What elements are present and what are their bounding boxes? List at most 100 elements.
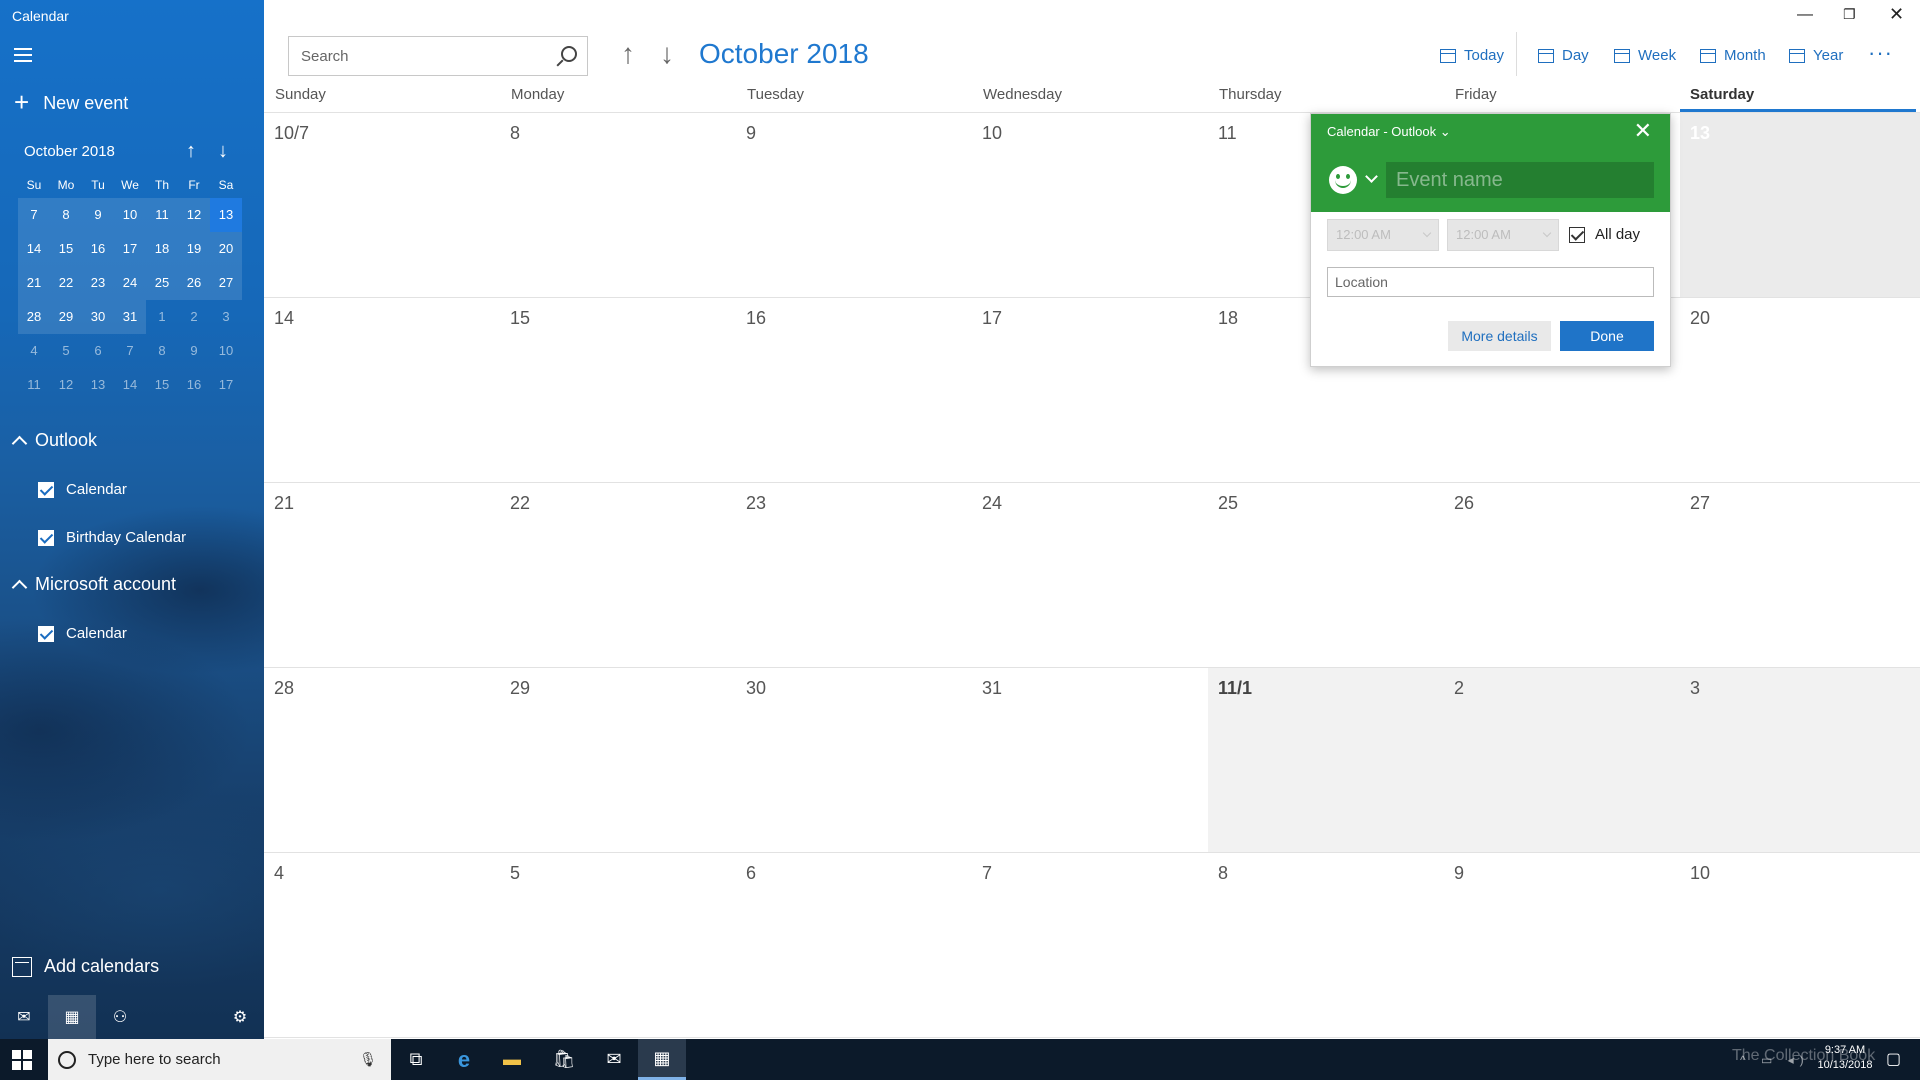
day-cell[interactable]: 17 bbox=[972, 298, 1208, 482]
mini-calendar-day[interactable]: 27 bbox=[210, 266, 242, 300]
checkbox-checked[interactable] bbox=[1569, 226, 1585, 243]
day-cell[interactable]: 6 bbox=[736, 853, 972, 1037]
mail-app-icon[interactable]: ✉ bbox=[590, 1039, 638, 1080]
mini-calendar-next-arrow-icon[interactable]: ↓ bbox=[218, 140, 228, 163]
more-options-icon[interactable]: ··· bbox=[1868, 40, 1893, 66]
windows-start-icon[interactable] bbox=[12, 1050, 32, 1070]
hamburger-menu-icon[interactable] bbox=[14, 48, 32, 62]
new-event-button[interactable]: + New event bbox=[14, 89, 128, 115]
emoji-smiley-icon[interactable] bbox=[1329, 166, 1357, 194]
mini-calendar-day[interactable]: 15 bbox=[50, 232, 82, 266]
day-cell[interactable]: 20 bbox=[1680, 298, 1920, 482]
people-icon[interactable]: ⚇ bbox=[96, 995, 144, 1039]
emoji-chevron-down-icon[interactable] bbox=[1365, 170, 1378, 183]
mini-calendar-day[interactable]: 16 bbox=[82, 232, 114, 266]
section-microsoft-account[interactable]: Microsoft account bbox=[11, 574, 176, 596]
day-cell[interactable]: 29 bbox=[500, 668, 736, 852]
mini-calendar-day[interactable]: 8 bbox=[146, 334, 178, 368]
day-view-button[interactable]: Day bbox=[1538, 47, 1589, 64]
mini-calendar-month-label[interactable]: October 2018 bbox=[24, 143, 115, 160]
mini-calendar-day[interactable]: 9 bbox=[178, 334, 210, 368]
mini-calendar-day[interactable]: 12 bbox=[178, 198, 210, 232]
search-input[interactable]: Search bbox=[288, 36, 588, 76]
mini-calendar-day[interactable]: 3 bbox=[210, 300, 242, 334]
previous-month-arrow-icon[interactable]: ↑ bbox=[621, 40, 635, 68]
calendar-toggle-outlook-calendar[interactable]: Calendar bbox=[38, 481, 127, 498]
checkbox-checked[interactable] bbox=[38, 529, 54, 546]
calendar-toggle-msa-calendar[interactable]: Calendar bbox=[38, 625, 127, 642]
mini-calendar-day[interactable]: 17 bbox=[210, 368, 242, 402]
done-button[interactable]: Done bbox=[1560, 321, 1654, 351]
section-outlook[interactable]: Outlook bbox=[11, 430, 97, 452]
mini-calendar-day[interactable]: 5 bbox=[50, 334, 82, 368]
mini-calendar-day[interactable]: 26 bbox=[178, 266, 210, 300]
calendar-app-icon[interactable]: ▦ bbox=[48, 995, 96, 1039]
mini-calendar-day[interactable]: 29 bbox=[50, 300, 82, 334]
mini-calendar-day[interactable]: 23 bbox=[82, 266, 114, 300]
end-time-select[interactable]: 12:00 AM bbox=[1447, 219, 1559, 251]
mini-calendar-day[interactable]: 19 bbox=[178, 232, 210, 266]
start-time-select[interactable]: 12:00 AM bbox=[1327, 219, 1439, 251]
day-cell[interactable]: 22 bbox=[500, 483, 736, 667]
taskbar-clock[interactable]: 9:37 AM 10/13/2018 bbox=[1812, 1043, 1878, 1073]
event-name-input[interactable] bbox=[1386, 162, 1654, 198]
day-cell[interactable]: 10/7 bbox=[264, 113, 500, 297]
day-cell[interactable]: 9 bbox=[1444, 853, 1680, 1037]
mini-calendar-day[interactable]: 8 bbox=[50, 198, 82, 232]
mini-calendar-day[interactable]: 17 bbox=[114, 232, 146, 266]
mini-calendar-day[interactable]: 31 bbox=[114, 300, 146, 334]
week-view-button[interactable]: Week bbox=[1614, 47, 1676, 64]
store-icon[interactable]: 🛍 bbox=[540, 1039, 588, 1080]
mini-calendar-day[interactable]: 18 bbox=[146, 232, 178, 266]
mini-calendar-day[interactable]: 7 bbox=[114, 334, 146, 368]
day-cell[interactable]: 26 bbox=[1444, 483, 1680, 667]
day-cell[interactable]: 10 bbox=[972, 113, 1208, 297]
day-cell[interactable]: 2 bbox=[1444, 668, 1680, 852]
calendar-selector[interactable]: Calendar - Outlook ⌄ bbox=[1327, 124, 1451, 140]
mini-calendar-day[interactable]: 7 bbox=[18, 198, 50, 232]
day-cell[interactable]: 21 bbox=[264, 483, 500, 667]
day-cell[interactable]: 10 bbox=[1680, 853, 1920, 1037]
file-explorer-icon[interactable]: ▬ bbox=[488, 1039, 536, 1080]
day-cell[interactable]: 23 bbox=[736, 483, 972, 667]
day-cell[interactable]: 7 bbox=[972, 853, 1208, 1037]
search-icon[interactable] bbox=[561, 46, 577, 62]
microphone-icon[interactable]: 🎙 bbox=[359, 1051, 377, 1068]
day-cell[interactable]: 11/1 bbox=[1208, 668, 1444, 852]
close-window-icon[interactable]: ✕ bbox=[1889, 4, 1904, 25]
edge-browser-icon[interactable]: e bbox=[440, 1039, 488, 1080]
day-cell[interactable]: 8 bbox=[500, 113, 736, 297]
mini-calendar-day[interactable]: 16 bbox=[178, 368, 210, 402]
calendar-toggle-birthday-calendar[interactable]: Birthday Calendar bbox=[38, 529, 186, 546]
checkbox-checked[interactable] bbox=[38, 481, 54, 498]
mini-calendar-previous-arrow-icon[interactable]: ↑ bbox=[186, 140, 196, 163]
mini-calendar-day[interactable]: 11 bbox=[146, 198, 178, 232]
notifications-icon[interactable]: ▢ bbox=[1886, 1049, 1901, 1069]
mini-calendar-day[interactable]: 9 bbox=[82, 198, 114, 232]
day-cell[interactable]: 28 bbox=[264, 668, 500, 852]
month-view-button[interactable]: Month bbox=[1700, 47, 1766, 64]
close-flyout-icon[interactable]: ✕ bbox=[1634, 120, 1652, 142]
today-button[interactable]: Today bbox=[1440, 47, 1504, 64]
mini-calendar-day[interactable]: 28 bbox=[18, 300, 50, 334]
mini-calendar-day[interactable]: 14 bbox=[18, 232, 50, 266]
mini-calendar-day[interactable]: 15 bbox=[146, 368, 178, 402]
day-cell[interactable]: 13 bbox=[1680, 113, 1920, 297]
day-cell[interactable]: 4 bbox=[264, 853, 500, 1037]
day-cell[interactable]: 9 bbox=[736, 113, 972, 297]
mail-icon[interactable]: ✉ bbox=[0, 995, 48, 1039]
mini-calendar-day[interactable]: 11 bbox=[18, 368, 50, 402]
mini-calendar-day[interactable]: 12 bbox=[50, 368, 82, 402]
mini-calendar-day[interactable]: 14 bbox=[114, 368, 146, 402]
year-view-button[interactable]: Year bbox=[1789, 47, 1843, 64]
day-cell[interactable]: 15 bbox=[500, 298, 736, 482]
day-cell[interactable]: 30 bbox=[736, 668, 972, 852]
mini-calendar-day[interactable]: 13 bbox=[82, 368, 114, 402]
mini-calendar-day[interactable]: 10 bbox=[210, 334, 242, 368]
location-input[interactable]: Location bbox=[1327, 267, 1654, 297]
mini-calendar-day[interactable]: 21 bbox=[18, 266, 50, 300]
day-cell[interactable]: 31 bbox=[972, 668, 1208, 852]
day-cell[interactable]: 24 bbox=[972, 483, 1208, 667]
day-cell[interactable]: 27 bbox=[1680, 483, 1920, 667]
day-cell[interactable]: 16 bbox=[736, 298, 972, 482]
